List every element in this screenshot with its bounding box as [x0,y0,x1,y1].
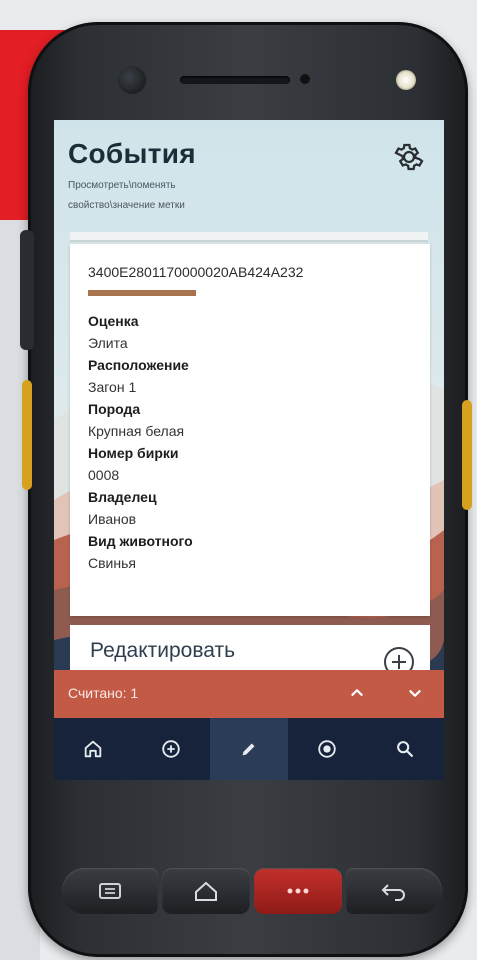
field-value-owner: Иванов [88,511,137,527]
field-label-owner: Владелец [88,489,157,505]
pencil-icon [242,743,255,756]
tag-epc: 3400E2801170000020AB424A232 [88,264,304,280]
nav-item-search[interactable] [366,718,444,780]
settings-gear-icon[interactable] [392,140,426,174]
proximity-sensor [300,74,310,84]
read-count-label: Считано: 1 [68,685,139,701]
add-circle-icon [162,740,180,758]
hardware-scan-key[interactable] [254,868,342,914]
page-subtitle: Просмотреть\поменять свойство\значение м… [68,180,185,211]
nav-item-edit[interactable] [210,718,288,780]
nav-item-scan[interactable] [288,718,366,780]
back-arrow-icon [381,884,405,901]
field-value-grade: Элита [88,335,128,351]
hardware-menu-key[interactable] [62,868,158,914]
side-button [20,230,34,350]
field-label-animal-type: Вид животного [88,533,193,549]
menu-icon [99,883,121,899]
field-value-tag-number: 0008 [88,467,120,483]
app-screen: События Просмотреть\поменять свойство\зн… [54,120,444,780]
field-value-animal-type: Свинья [88,555,136,571]
tag-details-card: 3400E2801170000020AB424A232 Оценка Элита… [70,244,430,616]
page-header: События Просмотреть\поменять свойство\зн… [68,138,368,216]
nav-item-home[interactable] [54,718,132,780]
field-label-tag-number: Номер бирки [88,445,179,461]
tag-signal-bar [88,290,196,296]
hardware-home-key[interactable] [162,868,250,914]
dots-icon [287,888,309,894]
chevron-up-icon[interactable] [346,682,368,704]
bottom-navigation [54,718,444,780]
home-outline-icon [195,881,217,901]
read-status-bar: Считано: 1 [54,670,444,718]
nav-item-add[interactable] [132,718,210,780]
search-icon [397,741,413,757]
field-value-location: Загон 1 [88,379,137,395]
rfid-scan-icon [318,740,336,758]
previous-card-edge [70,232,428,242]
scan-trigger-left [22,380,32,490]
page-title: События [68,138,196,169]
field-value-breed: Крупная белая [88,423,185,439]
earpiece-speaker [180,76,290,84]
field-label-breed: Порода [88,401,141,417]
status-led [396,70,416,90]
field-label-grade: Оценка [88,313,139,329]
tag-fields: Оценка Элита Расположение Загон 1 Порода… [88,310,408,574]
hardware-back-key[interactable] [346,868,442,914]
hardware-keys [62,862,442,920]
front-camera [118,66,146,94]
edit-title: Редактировать [90,639,236,662]
chevron-down-icon[interactable] [404,682,426,704]
home-icon [84,740,102,758]
scan-trigger-right [462,400,472,510]
field-label-location: Расположение [88,357,189,373]
